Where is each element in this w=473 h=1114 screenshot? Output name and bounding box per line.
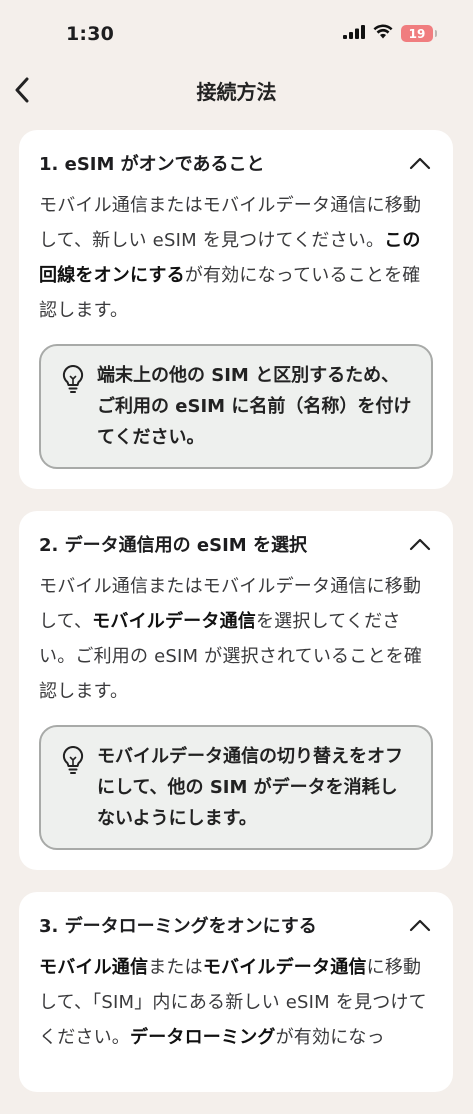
collapse-button[interactable] — [407, 912, 433, 938]
status-bar: 1:30 19 — [0, 0, 473, 62]
tip-text: 端末上の他の SIM と区別するため、ご利用の eSIM に名前（名称）を付けて… — [97, 365, 412, 448]
tip-text: モバイルデータ通信の切り替えをオフにして、他の SIM がデータを消耗しないよう… — [97, 746, 403, 829]
description-text: が有効になっ — [275, 1027, 385, 1048]
lightbulb-icon — [61, 745, 87, 779]
card-title: 1. eSIM がオンであること — [39, 154, 265, 175]
card-title: 2. データ通信用の eSIM を選択 — [39, 535, 307, 556]
highlighted-setting: データローミング — [130, 1027, 276, 1048]
card-description: モバイル通信またはモバイルデータ通信に移動して、新しい eSIM を見つけてくだ… — [39, 188, 433, 328]
chevron-up-icon — [409, 157, 431, 170]
lightbulb-icon — [61, 364, 87, 398]
cellular-signal-icon — [343, 24, 365, 43]
collapse-button[interactable] — [407, 531, 433, 557]
description-text: または — [148, 957, 203, 978]
collapse-button[interactable] — [407, 150, 433, 176]
instruction-card: 2. データ通信用の eSIM を選択 モバイル通信またはモバイルデータ通信に移… — [19, 511, 453, 870]
card-header[interactable]: 1. eSIM がオンであること — [39, 148, 433, 178]
tip-box: 端末上の他の SIM と区別するため、ご利用の eSIM に名前（名称）を付けて… — [39, 344, 433, 469]
tip-box: モバイルデータ通信の切り替えをオフにして、他の SIM がデータを消耗しないよう… — [39, 725, 433, 850]
card-description: モバイル通信またはモバイルデータ通信に移動して、モバイルデータ通信を選択してくだ… — [39, 569, 433, 709]
status-time: 1:30 — [66, 23, 115, 45]
card-description: モバイル通信またはモバイルデータ通信に移動して、「SIM」内にある新しい eSI… — [39, 950, 433, 1055]
chevron-up-icon — [409, 538, 431, 551]
highlighted-setting: モバイル通信 — [39, 957, 149, 978]
description-text: モバイル通信またはモバイルデータ通信に移動して、新しい eSIM を見つけてくだ… — [39, 195, 422, 251]
highlighted-setting: モバイルデータ通信 — [92, 611, 256, 632]
navigation-bar: 接続方法 — [0, 62, 473, 118]
card-header[interactable]: 3. データローミングをオンにする — [39, 910, 433, 940]
instruction-card: 1. eSIM がオンであること モバイル通信またはモバイルデータ通信に移動して… — [19, 130, 453, 489]
card-header[interactable]: 2. データ通信用の eSIM を選択 — [39, 529, 433, 559]
instructions-list: 1. eSIM がオンであること モバイル通信またはモバイルデータ通信に移動して… — [19, 130, 453, 1114]
card-title: 3. データローミングをオンにする — [39, 916, 317, 937]
chevron-up-icon — [409, 919, 431, 932]
page-title: 接続方法 — [196, 80, 277, 104]
status-icons: 19 — [343, 24, 437, 43]
wifi-icon — [373, 24, 393, 43]
highlighted-setting: モバイルデータ通信 — [202, 957, 367, 978]
instruction-card: 3. データローミングをオンにする モバイル通信またはモバイルデータ通信に移動し… — [19, 892, 453, 1092]
battery-indicator: 19 — [401, 25, 437, 42]
